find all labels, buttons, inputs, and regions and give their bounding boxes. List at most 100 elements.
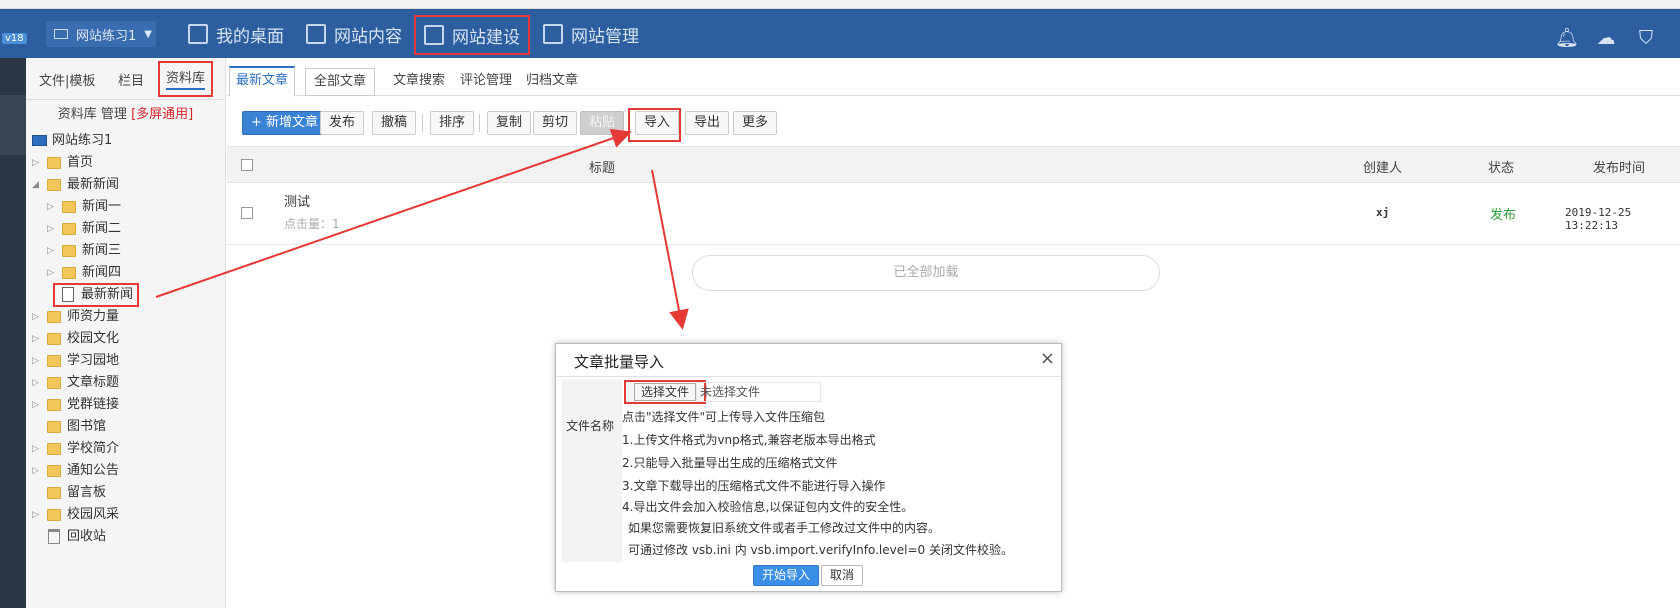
sidebar-title-text: 资料库 管理 bbox=[57, 107, 127, 122]
export-button[interactable]: 导出 bbox=[685, 111, 730, 135]
tree-label: 校园风采 bbox=[67, 507, 120, 522]
expand-icon[interactable]: ▷ bbox=[32, 438, 42, 460]
row-checkbox[interactable] bbox=[241, 207, 253, 219]
tree-item-article-title[interactable]: ▷ 文章标题 bbox=[26, 372, 225, 394]
shirt-icon[interactable]: ⛉ bbox=[1635, 28, 1657, 48]
tree-item-campus-scenery[interactable]: ▷ 校园风采 bbox=[26, 504, 225, 526]
cloud-icon[interactable]: ☁ bbox=[1595, 28, 1617, 48]
article-status: 发布 bbox=[1490, 208, 1517, 223]
folder-icon bbox=[47, 377, 61, 389]
tree-item-campus-culture[interactable]: ▷ 校园文化 bbox=[26, 328, 225, 350]
tree-item-library[interactable]: 图书馆 bbox=[26, 416, 225, 438]
folder-icon bbox=[62, 267, 76, 279]
tree-label: 新闻四 bbox=[82, 265, 122, 280]
nav-label: 网站内容 bbox=[334, 26, 402, 47]
browser-bookmark-strip bbox=[0, 0, 1680, 9]
nav-label: 网站建设 bbox=[452, 27, 520, 48]
tree-label: 首页 bbox=[67, 155, 94, 170]
tree-label: 通知公告 bbox=[67, 463, 120, 478]
tree-item-news1[interactable]: ▷ 新闻一 bbox=[26, 196, 225, 218]
tree-item-news2[interactable]: ▷ 新闻二 bbox=[26, 218, 225, 240]
nav-label: 网站管理 bbox=[571, 26, 639, 47]
expand-icon[interactable]: ▷ bbox=[47, 262, 57, 284]
import-button[interactable]: 导入 bbox=[635, 111, 680, 135]
sidebar-tabs: 文件|模板 栏目 资料库 bbox=[26, 58, 225, 100]
expand-icon[interactable]: ▷ bbox=[47, 240, 57, 262]
site-selector[interactable]: 网站练习1 ▼ bbox=[46, 21, 156, 47]
nav-site-manage[interactable]: 网站管理 bbox=[543, 19, 639, 49]
expand-icon[interactable]: ▷ bbox=[32, 306, 42, 328]
tab-article-search[interactable]: 文章搜索 bbox=[393, 68, 445, 96]
build-icon bbox=[424, 25, 444, 45]
expand-icon[interactable]: ▷ bbox=[32, 328, 42, 350]
tree-item-root[interactable]: 网站练习1 bbox=[26, 130, 225, 152]
expand-icon[interactable]: ▷ bbox=[32, 372, 42, 394]
tab-comment-manage[interactable]: 评论管理 bbox=[460, 68, 512, 96]
choose-file-button[interactable]: 选择文件 bbox=[624, 380, 707, 404]
cut-button[interactable]: 剪切 bbox=[533, 111, 578, 135]
add-article-button[interactable]: + 新增文章 bbox=[242, 111, 328, 135]
sidebar-title-tag: [多屏通用] bbox=[131, 107, 194, 122]
nav-site-content[interactable]: 网站内容 bbox=[306, 19, 402, 49]
tree-item-party-links[interactable]: ▷ 党群链接 bbox=[26, 394, 225, 416]
expand-icon[interactable]: ▷ bbox=[47, 218, 57, 240]
expand-icon[interactable]: ▷ bbox=[32, 350, 42, 372]
paste-button[interactable]: 粘贴 bbox=[580, 111, 625, 135]
close-icon[interactable]: × bbox=[1040, 348, 1055, 369]
tree-item-notices[interactable]: ▷ 通知公告 bbox=[26, 460, 225, 482]
tree-item-latest-news[interactable]: ◢ 最新新闻 bbox=[26, 174, 225, 196]
file-name-label: 文件名称 bbox=[566, 419, 615, 433]
file-status: 未选择文件 bbox=[696, 382, 821, 402]
start-import-button[interactable]: 开始导入 bbox=[753, 565, 820, 586]
rail-highlight bbox=[0, 95, 26, 155]
trash-icon bbox=[48, 529, 60, 544]
expand-icon[interactable]: ▷ bbox=[32, 394, 42, 416]
expand-icon[interactable]: ▷ bbox=[32, 504, 42, 526]
collapse-icon[interactable]: ◢ bbox=[32, 174, 42, 196]
top-header: v18 网站练习1 ▼ 我的桌面 网站内容 网站建设 网站管理 🔔︎ ☁ ⛉ bbox=[0, 9, 1680, 58]
cancel-button[interactable]: 取消 bbox=[821, 565, 864, 586]
tree-item-news3[interactable]: ▷ 新闻三 bbox=[26, 240, 225, 262]
bell-icon[interactable]: 🔔︎ bbox=[1555, 28, 1579, 48]
tab-all-articles[interactable]: 全部文章 bbox=[305, 68, 376, 96]
nav-site-build[interactable]: 网站建设 bbox=[414, 15, 530, 55]
nav-my-desktop[interactable]: 我的桌面 bbox=[188, 19, 284, 49]
article-title[interactable]: 测试 bbox=[284, 191, 310, 210]
tab-file-template[interactable]: 文件|模板 bbox=[39, 70, 95, 89]
tree-label: 留言板 bbox=[67, 485, 107, 500]
tab-columns[interactable]: 栏目 bbox=[118, 70, 144, 89]
tree-item-recycle[interactable]: 回收站 bbox=[26, 526, 225, 548]
manage-icon bbox=[543, 24, 563, 44]
tree-item-home[interactable]: ▷ 首页 bbox=[26, 152, 225, 174]
expand-icon[interactable]: ▷ bbox=[32, 152, 42, 174]
more-button[interactable]: 更多 bbox=[733, 111, 778, 135]
tree-item-guestbook[interactable]: 留言板 bbox=[26, 482, 225, 504]
tab-latest-articles[interactable]: 最新文章 bbox=[229, 66, 296, 97]
select-all-checkbox[interactable] bbox=[241, 159, 253, 171]
withdraw-button[interactable]: 撤稿 bbox=[372, 111, 417, 135]
toolbar-divider bbox=[422, 114, 423, 132]
expand-icon[interactable]: ▷ bbox=[47, 196, 57, 218]
tree-item-latest-news-doc[interactable]: 最新新闻 bbox=[26, 283, 225, 307]
left-rail bbox=[0, 58, 26, 608]
tab-library[interactable]: 资料库 bbox=[158, 61, 214, 97]
folder-icon bbox=[62, 201, 76, 213]
table-row[interactable]: 测试 点击量：1 xj 发布 2019-12-25 13:22:13 bbox=[227, 183, 1680, 245]
expand-icon[interactable]: ▷ bbox=[32, 460, 42, 482]
dialog-header: 文章批量导入 × bbox=[556, 344, 1061, 377]
publish-button[interactable]: 发布 bbox=[320, 111, 365, 135]
tree-label: 新闻二 bbox=[82, 221, 122, 236]
article-creator: xj bbox=[1376, 206, 1390, 219]
tree-label: 最新新闻 bbox=[53, 283, 139, 307]
tree-item-news4[interactable]: ▷ 新闻四 bbox=[26, 262, 225, 284]
tab-archived-articles[interactable]: 归档文章 bbox=[526, 68, 578, 96]
dialog-note: 3.文章下载导出的压缩格式文件不能进行导入操作 bbox=[622, 479, 886, 493]
tree-item-study-garden[interactable]: ▷ 学习园地 bbox=[26, 350, 225, 372]
copy-button[interactable]: 复制 bbox=[487, 111, 532, 135]
tree-item-teachers[interactable]: ▷ 师资力量 bbox=[26, 306, 225, 328]
tree-item-school-intro[interactable]: ▷ 学校简介 bbox=[26, 438, 225, 460]
dialog-note: 可通过修改 vsb.ini 内 vsb.import.verifyInfo.le… bbox=[628, 543, 1013, 557]
toolbar-divider bbox=[479, 114, 480, 132]
sort-button[interactable]: 排序 bbox=[430, 111, 475, 135]
monitor-icon bbox=[54, 29, 68, 39]
